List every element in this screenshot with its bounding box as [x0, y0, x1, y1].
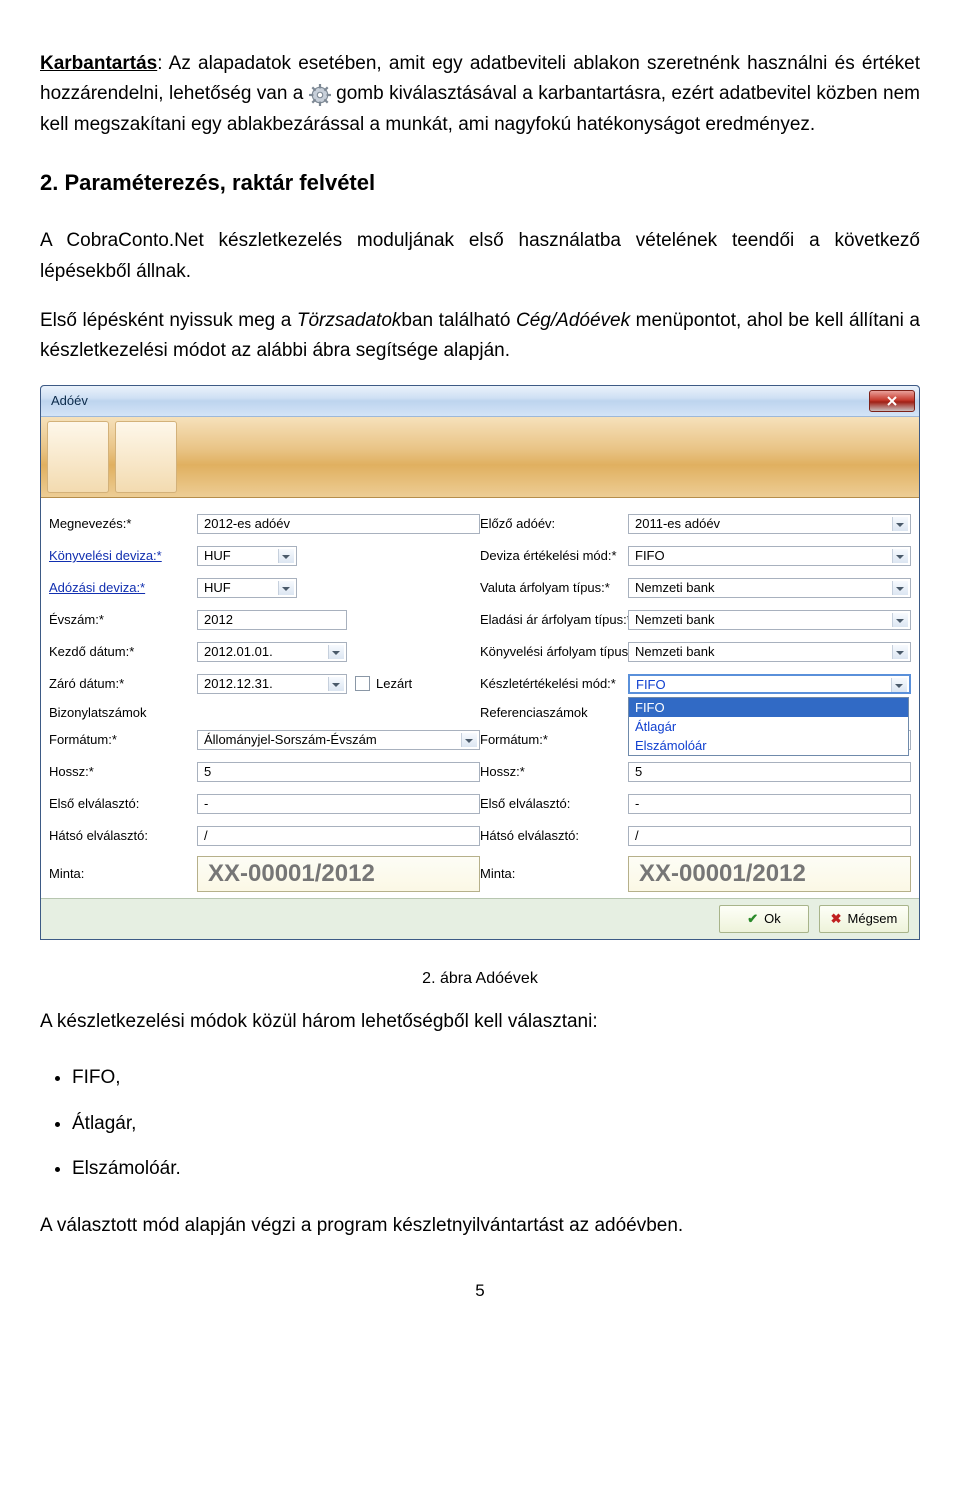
combo-keszletertekelesi-mod[interactable]: FIFO FIFO Átlagár Elszámolóár [628, 674, 911, 694]
minta-display-left: XX-00001/2012 [197, 856, 480, 892]
input-kezdo-datum[interactable]: 2012.01.01. [197, 642, 347, 662]
input-hossz-right[interactable]: 5 [628, 762, 911, 782]
label-hossz-right: Hossz:* [480, 764, 620, 779]
label-zaro-datum: Záró dátum:* [49, 676, 189, 691]
label-keszletertekelesi-mod: Készletértékelési mód:* [480, 676, 620, 691]
option-elszamoloar[interactable]: Elszámolóár [629, 736, 908, 755]
label-elso-elvalaszto-left: Első elválasztó: [49, 796, 189, 811]
input-elso-elvalaszto-left[interactable]: - [197, 794, 480, 814]
close-icon [887, 396, 897, 406]
label-adozasi-deviza[interactable]: Adózási deviza:* [49, 580, 189, 595]
gear-icon [309, 84, 331, 104]
checkbox-icon [355, 676, 370, 691]
check-icon: ✔ [747, 911, 758, 927]
ribbon [41, 417, 919, 498]
right-column: Előző adóév: 2011-es adóév Deviza értéke… [480, 508, 911, 896]
label-kezdo-datum: Kezdő dátum:* [49, 644, 189, 659]
bullet-list: FIFO, Átlagár, Elszámolóár. [72, 1055, 920, 1192]
bullet-fifo: FIFO, [72, 1055, 920, 1101]
window-title: Adóév [51, 393, 88, 408]
label-hatso-elvalaszto-left: Hátsó elválasztó: [49, 828, 189, 843]
label-formatum-right: Formátum:* [480, 732, 620, 747]
label-hatso-elvalaszto-right: Hátsó elválasztó: [480, 828, 620, 843]
paragraph-karbantartas: Karbantartás: Az alapadatok esetében, am… [40, 49, 920, 140]
label-evszam: Évszám:* [49, 612, 189, 627]
label-megnevezes: Megnevezés:* [49, 516, 189, 531]
figure-caption: 2. ábra Adóévek [40, 970, 920, 988]
left-column: Megnevezés:* 2012-es adóév Könyvelési de… [49, 508, 480, 896]
label-konyvelesi-deviza[interactable]: Könyvelési deviza:* [49, 548, 189, 563]
input-zaro-datum[interactable]: 2012.12.31. [197, 674, 347, 694]
combo-konyvelesi-arfolyam[interactable]: Nemzeti bank [628, 642, 911, 662]
input-hatso-elvalaszto-right[interactable]: / [628, 826, 911, 846]
paragraph-2: A CobraConto.Net készletkezelés modulján… [40, 226, 920, 287]
label-elso-elvalaszto-right: Első elválasztó: [480, 796, 620, 811]
option-atlagar[interactable]: Átlagár [629, 717, 908, 736]
input-hossz-left[interactable]: 5 [197, 762, 480, 782]
label-elozo-adoev: Előző adóév: [480, 516, 620, 531]
combo-valuta-arfolyam[interactable]: Nemzeti bank [628, 578, 911, 598]
combo-adozasi-deviza[interactable]: HUF [197, 578, 297, 598]
titlebar: Adóév [41, 386, 919, 417]
label-konyvelesi-arfolyam: Könyvelési árfolyam típus:* [480, 644, 620, 659]
combo-formatum-left[interactable]: Állományjel-Sorszám-Évszám [197, 730, 480, 750]
label-hossz-left: Hossz:* [49, 764, 189, 779]
cancel-icon: ✖ [831, 911, 842, 927]
combo-eladasi-arfolyam[interactable]: Nemzeti bank [628, 610, 911, 630]
option-fifo[interactable]: FIFO [629, 698, 908, 717]
section-title: 2. Paraméterezés, raktár felvétel [40, 170, 920, 196]
ribbon-button-1[interactable] [47, 421, 109, 493]
label-deviza-ertekelesi-mod: Deviza értékelési mód:* [480, 548, 620, 563]
input-evszam[interactable]: 2012 [197, 610, 347, 630]
bullet-elszamoloar: Elszámolóár. [72, 1146, 920, 1192]
bullet-atlagar: Átlagár, [72, 1101, 920, 1147]
dropdown-keszlet-options: FIFO Átlagár Elszámolóár [628, 697, 909, 756]
input-hatso-elvalaszto-left[interactable]: / [197, 826, 480, 846]
label-minta-left: Minta: [49, 866, 189, 881]
close-button[interactable] [869, 390, 915, 412]
page-number: 5 [40, 1281, 920, 1301]
ribbon-button-2[interactable] [115, 421, 177, 493]
checkbox-lezart[interactable]: Lezárt [355, 676, 412, 691]
label-valuta-arfolyam: Valuta árfolyam típus:* [480, 580, 620, 595]
paragraph-3: Első lépésként nyissuk meg a Törzsadatok… [40, 306, 920, 367]
label-minta-right: Minta: [480, 866, 620, 881]
combo-konyvelesi-deviza[interactable]: HUF [197, 546, 297, 566]
ok-button[interactable]: ✔ Ok [719, 905, 809, 933]
cancel-button[interactable]: ✖ Mégsem [819, 905, 909, 933]
label-eladasi-arfolyam: Eladási ár árfolyam típus:* [480, 612, 620, 627]
combo-elozo-adoev[interactable]: 2011-es adóév [628, 514, 911, 534]
combo-deviza-ertekelesi-mod[interactable]: FIFO [628, 546, 911, 566]
input-megnevezes[interactable]: 2012-es adóév [197, 514, 480, 534]
keyword-karbantartas: Karbantartás [40, 53, 157, 74]
minta-display-right: XX-00001/2012 [628, 856, 911, 892]
paragraph-after-caption: A készletkezelési módok közül három lehe… [40, 1007, 920, 1037]
label-formatum-left: Formátum:* [49, 732, 189, 747]
footer-bar: ✔ Ok ✖ Mégsem [41, 898, 919, 939]
paragraph-closing: A választott mód alapján végzi a program… [40, 1211, 920, 1241]
input-elso-elvalaszto-right[interactable]: - [628, 794, 911, 814]
adoev-window: Adóév Megnevezés:* 2012-es adóév Könyvel… [40, 385, 920, 940]
section-bizonylatszamok: Bizonylatszámok [49, 702, 480, 724]
form-body: Megnevezés:* 2012-es adóév Könyvelési de… [41, 498, 919, 898]
